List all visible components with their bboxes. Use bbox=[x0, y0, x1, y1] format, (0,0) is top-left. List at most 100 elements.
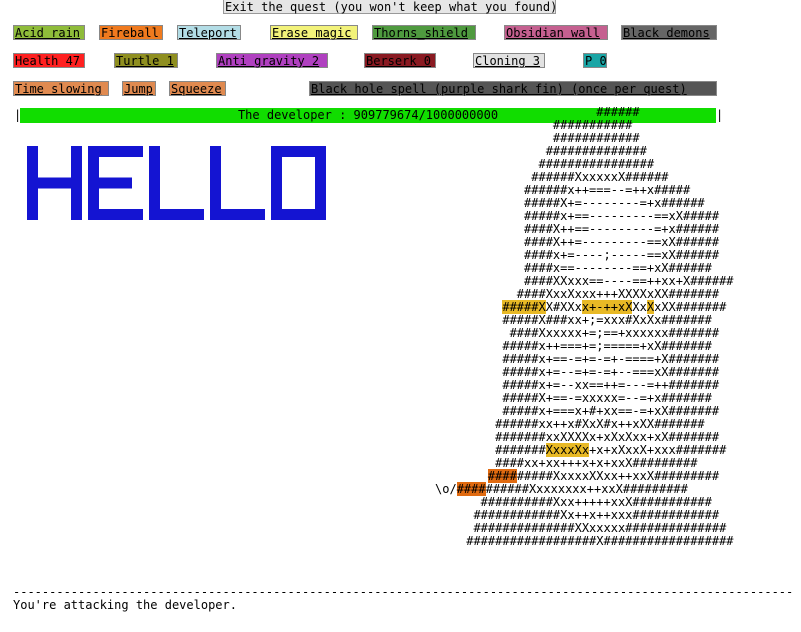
hello-pixel-text bbox=[27, 146, 326, 220]
hello-pixel bbox=[271, 198, 282, 210]
hello-pixel bbox=[293, 209, 304, 220]
hello-pixel bbox=[38, 177, 49, 189]
hello-pixel bbox=[282, 146, 293, 157]
hello-pixel bbox=[121, 146, 132, 157]
hello-pixel bbox=[132, 209, 143, 220]
hello-pixel bbox=[271, 146, 282, 157]
hello-pixel bbox=[149, 177, 160, 189]
hello-letter-h bbox=[27, 146, 82, 220]
hello-pixel bbox=[304, 209, 315, 220]
hello-pixel bbox=[243, 209, 254, 220]
hello-pixel bbox=[315, 167, 326, 178]
spell-label: Thorns_shield bbox=[374, 26, 468, 40]
status-message: You're attacking the developer. bbox=[13, 598, 237, 612]
spell-cloning-button[interactable]: Cloning 3 bbox=[473, 53, 545, 68]
hello-pixel bbox=[27, 177, 38, 189]
hello-pixel bbox=[27, 167, 38, 178]
hello-pixel bbox=[88, 188, 99, 199]
hello-pixel bbox=[71, 167, 82, 178]
hello-pixel bbox=[282, 209, 293, 220]
hello-pixel bbox=[210, 188, 221, 199]
spell-label: Acid rain bbox=[15, 26, 81, 40]
spell-label: Obsidian wall bbox=[506, 26, 600, 40]
hello-pixel bbox=[71, 198, 82, 210]
spell-black-demons-button[interactable]: Black demons bbox=[621, 25, 717, 40]
hello-pixel bbox=[149, 156, 160, 168]
hello-letter-e bbox=[88, 146, 143, 220]
spell-acid-rain-button[interactable]: Acid rain bbox=[13, 25, 85, 40]
hello-pixel bbox=[132, 146, 143, 157]
developer-ascii-art: ###### ########### ############ ########… bbox=[435, 106, 734, 548]
highlight-fire: #### bbox=[456, 482, 486, 496]
spell-thorns-shield-button[interactable]: Thorns_shield bbox=[372, 25, 476, 40]
hello-pixel bbox=[210, 209, 221, 220]
hello-letter-l bbox=[210, 146, 265, 220]
hello-pixel bbox=[88, 177, 99, 189]
hello-pixel bbox=[149, 198, 160, 210]
hello-pixel bbox=[88, 167, 99, 178]
hello-pixel bbox=[210, 146, 221, 157]
spell-label: Erase magic bbox=[272, 26, 352, 40]
hello-pixel bbox=[271, 167, 282, 178]
spell-label: Health 47 bbox=[15, 54, 81, 68]
hello-pixel bbox=[88, 146, 99, 157]
spell-teleport-button[interactable]: Teleport bbox=[177, 25, 241, 40]
spell-time-slowing-button[interactable]: Time slowing bbox=[13, 81, 109, 96]
highlight-hit: #####X bbox=[502, 300, 546, 314]
hello-pixel bbox=[149, 188, 160, 199]
hello-pixel bbox=[293, 146, 304, 157]
hello-pixel bbox=[110, 177, 121, 189]
hello-pixel bbox=[88, 198, 99, 210]
exit-quest-button[interactable]: Exit the quest (you won't keep what you … bbox=[223, 0, 557, 14]
spell-fireball-button[interactable]: Fireball bbox=[99, 25, 163, 40]
spell-label: Squeeze bbox=[171, 82, 222, 96]
hello-pixel bbox=[121, 209, 132, 220]
hello-pixel bbox=[27, 188, 38, 199]
hello-pixel bbox=[210, 167, 221, 178]
spell-erase-magic-button[interactable]: Erase magic bbox=[270, 25, 358, 40]
highlight-fire: #### bbox=[487, 469, 517, 483]
hello-pixel bbox=[71, 146, 82, 157]
spell-label: Anti gravity 2 bbox=[218, 54, 320, 68]
health-button[interactable]: Health 47 bbox=[13, 53, 85, 68]
spell-p-button[interactable]: P 0 bbox=[583, 53, 607, 68]
hello-pixel bbox=[271, 156, 282, 168]
hello-pixel bbox=[232, 209, 243, 220]
hello-letter-l bbox=[149, 146, 204, 220]
hello-pixel bbox=[110, 146, 121, 157]
hello-pixel bbox=[271, 209, 282, 220]
spell-label: Time slowing bbox=[15, 82, 102, 96]
spell-label: Jump bbox=[124, 82, 153, 96]
hello-pixel bbox=[27, 146, 38, 157]
spell-black-hole-button[interactable]: Black hole spell (purple shark fin) (onc… bbox=[309, 81, 717, 96]
spell-label: P 0 bbox=[585, 54, 607, 68]
player-character: \o/ bbox=[435, 482, 457, 496]
hello-pixel bbox=[99, 146, 110, 157]
spell-anti-gravity-button[interactable]: Anti gravity 2 bbox=[216, 53, 328, 68]
highlight-hit: x+-++xX bbox=[581, 300, 633, 314]
spell-berserk-button[interactable]: Berserk 0 bbox=[364, 53, 436, 68]
hello-pixel bbox=[315, 209, 326, 220]
hello-pixel bbox=[71, 177, 82, 189]
hello-pixel bbox=[88, 209, 99, 220]
spell-label: Turtle 1 bbox=[116, 54, 174, 68]
hello-pixel bbox=[210, 156, 221, 168]
hello-pixel bbox=[99, 209, 110, 220]
spell-turtle-button[interactable]: Turtle 1 bbox=[114, 53, 178, 68]
hello-pixel bbox=[221, 209, 232, 220]
hello-pixel bbox=[182, 209, 193, 220]
spell-jump-button[interactable]: Jump bbox=[122, 81, 156, 96]
hello-pixel bbox=[271, 188, 282, 199]
hello-pixel bbox=[121, 177, 132, 189]
ascii-row: ##################X################## bbox=[459, 534, 734, 548]
hello-pixel bbox=[149, 209, 160, 220]
spell-obsidian-wall-button[interactable]: Obsidian wall bbox=[504, 25, 608, 40]
hello-pixel bbox=[210, 177, 221, 189]
hello-pixel bbox=[315, 188, 326, 199]
hello-pixel bbox=[315, 156, 326, 168]
spell-label: Teleport bbox=[179, 26, 237, 40]
spell-label: Cloning 3 bbox=[475, 54, 541, 68]
hello-pixel bbox=[315, 198, 326, 210]
spell-squeeze-button[interactable]: Squeeze bbox=[169, 81, 226, 96]
hello-pixel bbox=[315, 146, 326, 157]
